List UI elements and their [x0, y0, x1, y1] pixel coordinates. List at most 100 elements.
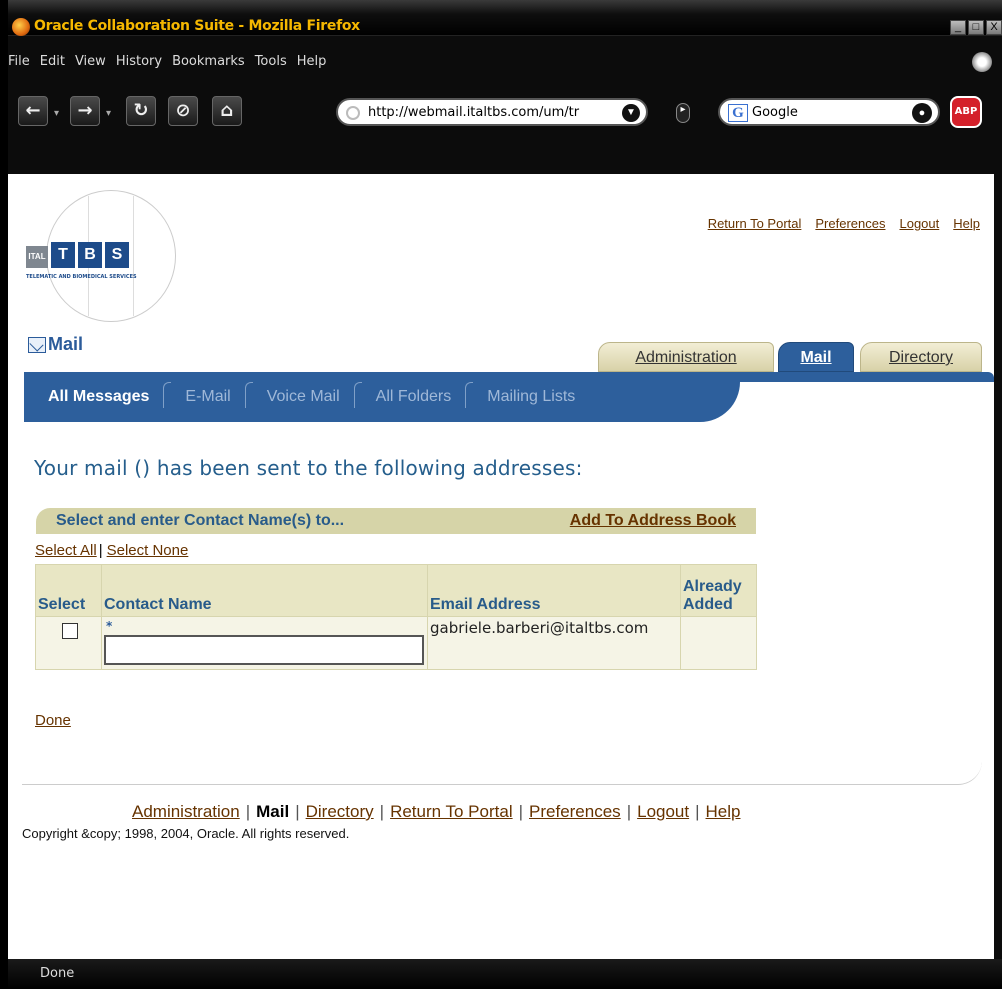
footer-separator: | — [245, 802, 251, 821]
row-checkbox[interactable] — [62, 623, 78, 639]
google-icon[interactable]: G — [728, 104, 748, 122]
envelope-icon — [28, 336, 46, 353]
selection-separator: | — [98, 542, 103, 559]
menu-tools[interactable]: Tools — [255, 54, 287, 72]
contact-name-cell: * — [101, 616, 428, 670]
footer-links: Administration | Mail | Directory | Retu… — [132, 802, 741, 822]
preferences-link[interactable]: Preferences — [815, 216, 885, 231]
add-to-address-book-button[interactable]: Add To Address Book — [570, 512, 736, 530]
footer-separator: | — [626, 802, 632, 821]
return-to-portal-link[interactable]: Return To Portal — [708, 216, 802, 231]
subtab-voice-mail[interactable]: Voice Mail — [253, 388, 354, 406]
table-row: * gabriele.barberi@italtbs.com — [35, 616, 757, 670]
globe-icon — [346, 106, 360, 120]
logo-tagline: TELEMATIC AND BIOMEDICAL SERVICES — [26, 274, 137, 280]
copyright-notice: Copyright &copy; 1998, 2004, Oracle. All… — [22, 826, 350, 841]
tab-administration[interactable]: Administration — [598, 342, 774, 372]
subtab-divider — [465, 382, 474, 408]
tab-mail[interactable]: Mail — [778, 342, 854, 372]
selection-links: Select All | Select None — [35, 542, 188, 559]
menu-help[interactable]: Help — [297, 54, 327, 72]
subtab-all-messages[interactable]: All Messages — [36, 388, 163, 406]
forward-dropdown-icon[interactable]: ▾ — [106, 108, 111, 119]
footer-logout-link[interactable]: Logout — [637, 802, 689, 822]
footer-directory-link[interactable]: Directory — [306, 802, 374, 822]
go-icon[interactable]: ▼ — [622, 104, 640, 122]
menu-file[interactable]: File — [8, 54, 30, 72]
done-button[interactable]: Done — [35, 712, 71, 729]
subtab-divider — [163, 382, 172, 408]
logo-block-s: S — [105, 242, 129, 268]
window-controls: _ □ X — [950, 20, 1002, 35]
select-none-link[interactable]: Select None — [107, 542, 189, 559]
page-content: ITAL T B S TELEMATIC AND BIOMEDICAL SERV… — [8, 174, 994, 959]
subtab-email[interactable]: E-Mail — [171, 388, 244, 406]
window-title: Oracle Collaboration Suite - Mozilla Fir… — [34, 18, 360, 34]
menu-edit[interactable]: Edit — [40, 54, 65, 72]
status-text: Done — [40, 966, 75, 981]
italtbs-logo: ITAL T B S TELEMATIC AND BIOMEDICAL SERV… — [26, 190, 186, 322]
menu-bookmarks[interactable]: Bookmarks — [172, 54, 245, 72]
back-arrow-icon[interactable]: ← — [18, 96, 48, 126]
subtab-divider — [244, 382, 253, 408]
help-link[interactable]: Help — [953, 216, 980, 231]
magnifier-icon[interactable]: ● — [912, 103, 932, 123]
tab-mail-label: Mail — [800, 349, 832, 366]
footer-separator: | — [379, 802, 385, 821]
app-title-text: Mail — [48, 334, 84, 354]
search-input[interactable]: Google — [752, 105, 798, 120]
subtab-bar: All Messages E-Mail Voice Mail All Folde… — [24, 372, 994, 422]
logo-block-ital: ITAL — [26, 246, 48, 268]
footer-preferences-link[interactable]: Preferences — [529, 802, 621, 822]
tab-directory[interactable]: Directory — [860, 342, 982, 372]
tab-administration-label: Administration — [635, 349, 737, 366]
confirmation-heading: Your mail () has been sent to the follow… — [34, 456, 583, 480]
menu-view[interactable]: View — [75, 54, 106, 72]
footer-administration-link[interactable]: Administration — [132, 802, 240, 822]
column-select: Select — [35, 564, 102, 617]
footer-return-to-portal-link[interactable]: Return To Portal — [390, 802, 513, 822]
minimize-button[interactable]: _ — [950, 20, 966, 35]
subtab-mailing-lists[interactable]: Mailing Lists — [473, 388, 589, 406]
global-links: Return To Portal Preferences Logout Help — [708, 216, 980, 231]
reload-icon[interactable]: ↻ — [126, 96, 156, 126]
contact-name-input[interactable] — [104, 635, 424, 665]
title-bar: Oracle Collaboration Suite - Mozilla Fir… — [8, 0, 1002, 36]
subtab-items: All Messages E-Mail Voice Mail All Folde… — [36, 382, 589, 408]
address-table-header: Select and enter Contact Name(s) to... A… — [36, 508, 756, 534]
address-table-title: Select and enter Contact Name(s) to... — [56, 512, 345, 529]
firefox-icon — [12, 18, 30, 36]
logo-block-t: T — [51, 242, 75, 268]
search-box[interactable]: G Google ● — [718, 98, 940, 126]
url-text[interactable]: http://webmail.italtbs.com/um/tr — [368, 105, 613, 120]
address-table: Select Contact Name Email Address Alread… — [35, 564, 757, 670]
maximize-button[interactable]: □ — [968, 20, 984, 35]
address-bar[interactable]: http://webmail.italtbs.com/um/tr ▼ — [336, 98, 648, 126]
subtab-all-folders[interactable]: All Folders — [362, 388, 466, 406]
forward-arrow-icon[interactable]: → — [70, 96, 100, 126]
column-email-address: Email Address — [427, 564, 681, 617]
stop-icon[interactable]: ⊘ — [168, 96, 198, 126]
home-icon[interactable]: ⌂ — [212, 96, 242, 126]
tab-directory-label: Directory — [888, 349, 953, 366]
throbber-icon — [972, 52, 992, 72]
rss-icon[interactable]: ▸ — [676, 103, 690, 123]
select-all-link[interactable]: Select All — [35, 542, 97, 559]
navigation-toolbar: ← ▾ → ▾ ↻ ⊘ ⌂ http://webmail.italtbs.com… — [8, 90, 1002, 134]
footer-mail-current: Mail — [256, 802, 290, 821]
adblock-icon[interactable]: ABP — [950, 96, 982, 128]
required-marker: * — [106, 619, 113, 633]
back-dropdown-icon[interactable]: ▾ — [54, 108, 59, 119]
close-button[interactable]: X — [986, 20, 1002, 35]
app-title: Mail — [28, 334, 83, 355]
footer-separator: | — [295, 802, 300, 821]
email-cell: gabriele.barberi@italtbs.com — [427, 616, 681, 670]
menu-history[interactable]: History — [116, 54, 162, 72]
subtab-divider — [353, 382, 362, 408]
footer-separator: | — [695, 802, 700, 821]
footer-help-link[interactable]: Help — [706, 802, 741, 822]
logout-link[interactable]: Logout — [899, 216, 939, 231]
column-already-added: Already Added — [680, 564, 757, 617]
footer-separator: | — [518, 802, 524, 821]
logo-block-b: B — [78, 242, 102, 268]
